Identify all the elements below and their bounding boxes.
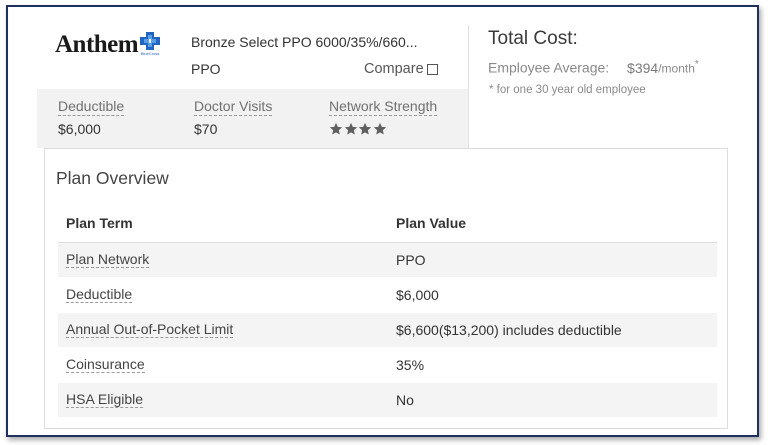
- plan-term-label[interactable]: Coinsurance: [66, 356, 145, 373]
- plan-overview-panel: Plan Overview Plan Term Plan Value Plan …: [44, 148, 728, 429]
- plan-value-cell: $6,600($13,200) includes deductible: [388, 312, 717, 348]
- brand-logo: Anthem BlueCross: [55, 31, 161, 59]
- plan-term-cell: HSA Eligible: [58, 382, 388, 418]
- plan-term-cell: Coinsurance: [58, 347, 388, 383]
- doctor-visits-stat: Doctor Visits $70: [194, 98, 273, 138]
- plan-value-header: Plan Value: [388, 204, 717, 243]
- star-icon: [344, 122, 357, 135]
- plan-term-label[interactable]: HSA Eligible: [66, 391, 144, 408]
- plan-overview-title: Plan Overview: [56, 168, 169, 188]
- star-icon: [373, 122, 386, 135]
- star-icon: [358, 122, 372, 135]
- table-row: Annual Out-of-Pocket Limit $6,600($13,200…: [58, 312, 717, 348]
- plan-terms-body: Plan Network PPO Deductible $6,000 Annual Ou…: [58, 242, 717, 418]
- network-strength-stat: Network Strength: [329, 98, 438, 136]
- employee-average-row: Employee Average: $394/month*: [488, 59, 699, 76]
- plan-term-label[interactable]: Annual Out-of-Pocket Limit: [66, 321, 234, 338]
- plan-value-cell: $6,000: [388, 277, 717, 313]
- employee-average-price: $394: [627, 59, 659, 76]
- deductible-stat: Deductible $6,000: [58, 98, 125, 138]
- plan-term-cell: Deductible: [58, 277, 388, 313]
- doctor-visits-label[interactable]: Doctor Visits: [194, 98, 273, 116]
- cost-footnote: * for one 30 year old employee: [489, 84, 646, 96]
- plan-term-header: Plan Term: [58, 204, 388, 243]
- table-row: HSA Eligible No: [58, 382, 717, 418]
- logo-wordmark: Anthem: [55, 31, 139, 58]
- total-cost-title: Total Cost:: [488, 28, 578, 49]
- price-unit: /month: [658, 61, 695, 76]
- table-row: Plan Network PPO: [58, 242, 717, 278]
- deductible-label[interactable]: Deductible: [58, 98, 125, 116]
- plan-stats-bar: Deductible $6,000 Doctor Visits $70 Netw…: [37, 89, 468, 148]
- table-row: Coinsurance 35%: [58, 347, 717, 383]
- plan-term-cell: Plan Network: [58, 242, 388, 278]
- plan-term-cell: Annual Out-of-Pocket Limit: [58, 312, 388, 348]
- plan-term-label[interactable]: Plan Network: [66, 251, 150, 268]
- plan-value-cell: 35%: [388, 347, 717, 383]
- logo-subtext: BlueCross: [140, 51, 160, 56]
- plan-terms-table: Plan Term Plan Value Plan Network PPO Dedu…: [58, 204, 717, 418]
- doctor-visits-value: $70: [194, 121, 218, 137]
- plan-name[interactable]: Bronze Select PPO 6000/35%/660...: [191, 34, 417, 50]
- price-asterisk: *: [694, 59, 699, 70]
- employee-average-label: Employee Average:: [488, 59, 610, 76]
- deductible-value: $6,000: [58, 121, 101, 137]
- compare-checkbox[interactable]: Compare: [364, 61, 438, 77]
- plan-type: PPO: [191, 61, 221, 77]
- plan-value-cell: No: [388, 382, 717, 418]
- table-header-row: Plan Term Plan Value: [58, 204, 717, 243]
- table-row: Deductible $6,000: [58, 277, 717, 313]
- vertical-divider: [468, 25, 469, 148]
- checkbox-icon[interactable]: [426, 63, 438, 75]
- plan-value-cell: PPO: [388, 242, 717, 278]
- compare-label: Compare: [364, 61, 424, 77]
- star-icon: [329, 122, 343, 135]
- plan-card-frame: Anthem BlueCross Bronze Select PPO 6000/…: [6, 5, 759, 437]
- plan-term-label[interactable]: Deductible: [66, 286, 133, 303]
- network-strength-rating: [329, 122, 437, 136]
- blue-cross-shield-icon: BlueCross: [140, 32, 161, 56]
- network-strength-label[interactable]: Network Strength: [329, 98, 438, 116]
